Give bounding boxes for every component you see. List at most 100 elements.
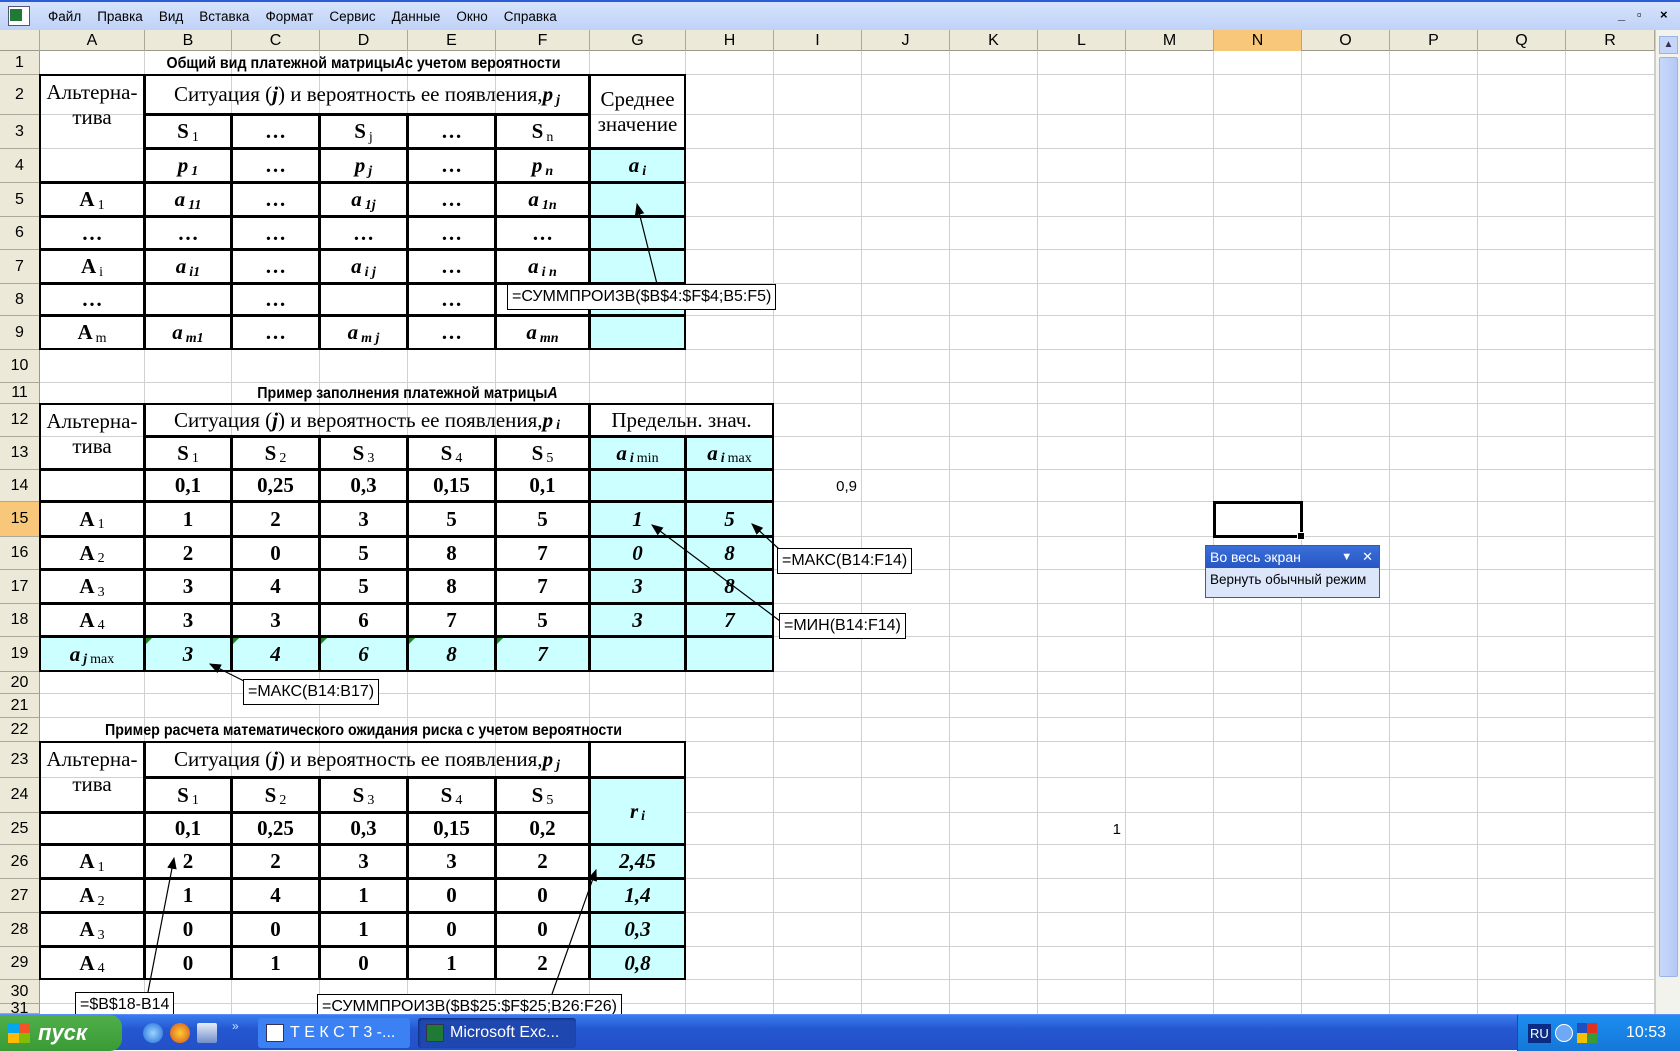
- cell-d16[interactable]: 5: [319, 536, 408, 570]
- menu-window[interactable]: Окно: [448, 9, 495, 24]
- cell-e16[interactable]: 8: [407, 536, 496, 570]
- cell-g23[interactable]: [589, 741, 686, 778]
- cell-c26[interactable]: 2: [231, 844, 320, 879]
- cell-e18[interactable]: 7: [407, 603, 496, 637]
- cell-a6[interactable]: …: [39, 216, 145, 250]
- restore-icon[interactable]: ▫: [1637, 7, 1642, 22]
- cell-d8[interactable]: [319, 283, 408, 316]
- cell-d5[interactable]: a 1j: [319, 182, 408, 217]
- cell-d17[interactable]: 5: [319, 569, 408, 604]
- show-hidden-icons-icon[interactable]: [1554, 1024, 1573, 1042]
- cell-b2-f2[interactable]: Ситуация (j) и вероятность ее появления,…: [144, 74, 590, 115]
- cell-l25[interactable]: 1: [1038, 813, 1127, 846]
- row-header-12[interactable]: 12: [0, 404, 40, 437]
- cell-b12-f12[interactable]: Ситуация (j) и вероятность ее появления,…: [144, 403, 590, 437]
- internet-explorer-icon[interactable]: [143, 1023, 163, 1043]
- dropdown-arrow-icon[interactable]: ▼: [1341, 551, 1352, 563]
- column-header-p[interactable]: P: [1390, 30, 1478, 51]
- cell-h18[interactable]: 7: [685, 603, 774, 637]
- cell-e25[interactable]: 0,15: [407, 812, 496, 845]
- cell-e4[interactable]: …: [407, 148, 496, 183]
- cell-b29[interactable]: 0: [144, 946, 232, 980]
- firefox-icon[interactable]: [170, 1023, 190, 1043]
- excel-doc-icon[interactable]: [8, 6, 30, 26]
- column-header-m[interactable]: M: [1126, 30, 1214, 51]
- cell-c6[interactable]: …: [231, 216, 320, 250]
- cell-f19[interactable]: 7: [495, 636, 590, 672]
- cell-c24[interactable]: S2: [231, 777, 320, 813]
- task-word-document[interactable]: Т Е К С Т 3 -...: [258, 1018, 410, 1048]
- cell-e6[interactable]: …: [407, 216, 496, 250]
- cell-f24[interactable]: S5: [495, 777, 590, 813]
- cell-d7[interactable]: ai j: [319, 249, 408, 284]
- cell-b16[interactable]: 2: [144, 536, 232, 570]
- cell-a16[interactable]: A2: [39, 536, 145, 570]
- cell-e28[interactable]: 0: [407, 912, 496, 947]
- cell-g15[interactable]: 1: [589, 501, 686, 537]
- cell-d24[interactable]: S3: [319, 777, 408, 813]
- cell-a28[interactable]: A3: [39, 912, 145, 947]
- cell-c5[interactable]: …: [231, 182, 320, 217]
- chevron-right-icon[interactable]: »: [232, 1019, 239, 1033]
- row-header-13[interactable]: 13: [0, 437, 40, 470]
- start-button[interactable]: пуск: [0, 1015, 122, 1051]
- cell-b26[interactable]: 2: [144, 844, 232, 879]
- cell-e14[interactable]: 0,15: [407, 469, 496, 502]
- cell-g9[interactable]: [589, 315, 686, 350]
- row-header-8[interactable]: 8: [0, 284, 40, 316]
- column-header-c[interactable]: C: [232, 30, 320, 51]
- cell-d9[interactable]: am j: [319, 315, 408, 350]
- cell-e17[interactable]: 8: [407, 569, 496, 604]
- cell-b23-f23[interactable]: Ситуация (j) и вероятность ее появления,…: [144, 741, 590, 778]
- cell-b9[interactable]: a m1: [144, 315, 232, 350]
- cell-a23-a24[interactable]: Альтерна-тива: [39, 741, 145, 813]
- row-header-4[interactable]: 4: [0, 149, 40, 183]
- cell-d3[interactable]: Sj: [319, 114, 408, 149]
- vertical-scrollbar[interactable]: ▲: [1655, 30, 1680, 1014]
- cell-g5[interactable]: [589, 182, 686, 217]
- row-header-29[interactable]: 29: [0, 947, 40, 980]
- cell-d25[interactable]: 0,3: [319, 812, 408, 845]
- cell-a9[interactable]: Am: [39, 315, 145, 350]
- column-header-o[interactable]: O: [1302, 30, 1390, 51]
- cell-c3[interactable]: …: [231, 114, 320, 149]
- cell-g27[interactable]: 1,4: [589, 878, 686, 913]
- cell-c4[interactable]: …: [231, 148, 320, 183]
- row-header-10[interactable]: 10: [0, 350, 40, 383]
- row-header-16[interactable]: 16: [0, 537, 40, 570]
- cell-g12-h12[interactable]: Предельн. знач.: [589, 403, 774, 437]
- menu-tools[interactable]: Сервис: [321, 9, 383, 24]
- cell-h17[interactable]: 8: [685, 569, 774, 604]
- cell-g17[interactable]: 3: [589, 569, 686, 604]
- cell-a18[interactable]: A4: [39, 603, 145, 637]
- cell-d14[interactable]: 0,3: [319, 469, 408, 502]
- cell-c29[interactable]: 1: [231, 946, 320, 980]
- scroll-up-icon[interactable]: ▲: [1659, 36, 1678, 54]
- row-header-23[interactable]: 23: [0, 742, 40, 778]
- cell-a14[interactable]: [39, 469, 145, 502]
- row-header-31[interactable]: 31: [0, 1000, 40, 1017]
- cell-g24-g25[interactable]: ri: [589, 777, 686, 845]
- cell-d13[interactable]: S3: [319, 436, 408, 470]
- cell-d28[interactable]: 1: [319, 912, 408, 947]
- cell-f16[interactable]: 7: [495, 536, 590, 570]
- cell-c17[interactable]: 4: [231, 569, 320, 604]
- cell-g4[interactable]: ai: [589, 148, 686, 183]
- callout-sumproduct-1[interactable]: =СУММПРОИЗВ($B$4:$F$4;B5:F5): [507, 284, 777, 310]
- row-header-18[interactable]: 18: [0, 604, 40, 637]
- row-header-19[interactable]: 19: [0, 637, 40, 672]
- toolbar-titlebar[interactable]: Во весь экран ▼ ✕: [1206, 546, 1379, 568]
- close-icon[interactable]: ✕: [1362, 549, 1373, 565]
- row-header-5[interactable]: 5: [0, 183, 40, 217]
- column-header-r[interactable]: R: [1566, 30, 1655, 51]
- cell-b17[interactable]: 3: [144, 569, 232, 604]
- column-header-q[interactable]: Q: [1478, 30, 1566, 51]
- cell-c8[interactable]: …: [231, 283, 320, 316]
- cell-g2-g3[interactable]: Среднее значение: [589, 74, 686, 149]
- cell-e27[interactable]: 0: [407, 878, 496, 913]
- cell-b3[interactable]: S1: [144, 114, 232, 149]
- scroll-thumb[interactable]: [1659, 57, 1678, 977]
- cell-d4[interactable]: pj: [319, 148, 408, 183]
- cell-a29[interactable]: A4: [39, 946, 145, 980]
- cell-f4[interactable]: pn: [495, 148, 590, 183]
